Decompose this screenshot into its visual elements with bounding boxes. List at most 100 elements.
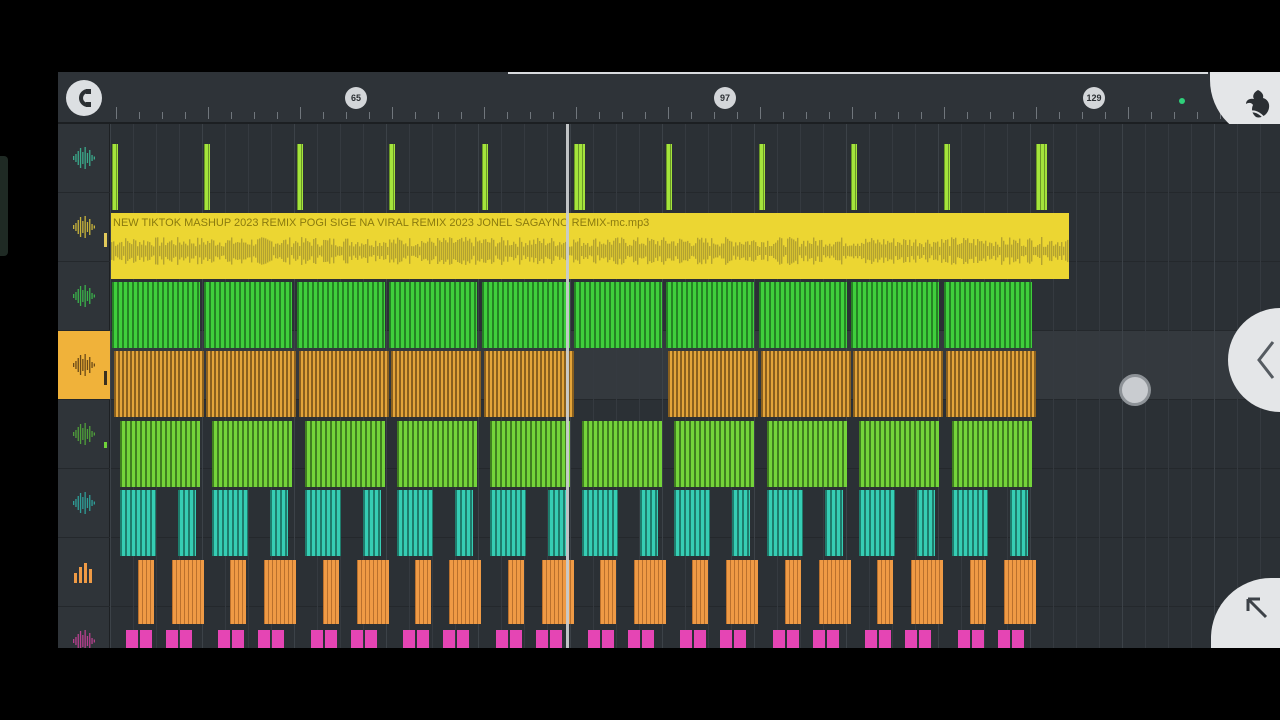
clip-hit[interactable] (919, 630, 932, 648)
clip-hit[interactable] (1019, 560, 1036, 624)
clip-hit[interactable] (280, 560, 297, 624)
track-header-6[interactable] (58, 469, 110, 538)
track-header-1[interactable] (58, 124, 110, 193)
clip-hit[interactable] (971, 630, 984, 648)
clip-hit[interactable] (230, 560, 247, 624)
clip-hit[interactable] (758, 144, 765, 210)
clip-hit[interactable] (784, 560, 801, 624)
clip-pattern[interactable] (859, 421, 940, 487)
clip-pattern[interactable] (853, 351, 944, 417)
clip-pattern[interactable] (640, 490, 658, 556)
clip-pattern[interactable] (296, 282, 385, 348)
clip-pattern[interactable] (362, 490, 381, 556)
clip-hit[interactable] (204, 144, 211, 210)
lane-1[interactable] (110, 124, 1280, 193)
clip-pattern[interactable] (582, 490, 618, 556)
clip-hit[interactable] (851, 144, 858, 210)
clip-hit[interactable] (642, 630, 654, 648)
clip-hit[interactable] (600, 560, 616, 624)
clip-pattern[interactable] (859, 490, 896, 556)
clip-pattern[interactable] (178, 490, 196, 556)
clip-hit[interactable] (166, 630, 178, 648)
clip-pattern[interactable] (917, 490, 936, 556)
clip-hit[interactable] (417, 630, 430, 648)
clip-pattern[interactable] (766, 490, 803, 556)
timeline-ruler[interactable]: 65 97 129 (58, 72, 1280, 140)
clip-hit[interactable] (911, 560, 928, 624)
clip-hit[interactable] (826, 630, 839, 648)
clip-pattern[interactable] (455, 490, 474, 556)
clip-hit[interactable] (372, 560, 389, 624)
clip-pattern[interactable] (547, 490, 566, 556)
clip-hit[interactable] (449, 560, 466, 624)
bar-marker-129[interactable]: 129 (1083, 87, 1105, 109)
clip-hit[interactable] (322, 560, 339, 624)
clip-hit[interactable] (634, 560, 650, 624)
clip-hit[interactable] (997, 630, 1010, 648)
clip-pattern[interactable] (397, 421, 478, 487)
clip-gap[interactable] (594, 351, 650, 417)
clip-hit[interactable] (692, 560, 709, 624)
clip-hit[interactable] (720, 630, 733, 648)
clip-hit[interactable] (549, 630, 562, 648)
clip-pattern[interactable] (943, 282, 1032, 348)
clip-hit[interactable] (865, 630, 878, 648)
clip-pattern[interactable] (120, 490, 156, 556)
clip-pattern[interactable] (574, 282, 662, 348)
clip-hit[interactable] (507, 560, 524, 624)
clip-hit[interactable] (541, 560, 558, 624)
bar-marker-97[interactable]: 97 (714, 87, 736, 109)
track-header-5[interactable] (58, 400, 110, 469)
clip-hit[interactable] (535, 630, 548, 648)
clip-hit[interactable] (481, 144, 488, 210)
clip-pattern[interactable] (732, 490, 751, 556)
clip-hit[interactable] (218, 630, 231, 648)
clip-pattern[interactable] (951, 490, 988, 556)
clip-hit[interactable] (943, 144, 950, 210)
clip-hit[interactable] (415, 560, 432, 624)
clip-hit[interactable] (457, 630, 470, 648)
clip-hit[interactable] (905, 630, 918, 648)
clip-pattern[interactable] (489, 421, 570, 487)
clip-hit[interactable] (140, 630, 152, 648)
clip-pattern[interactable] (666, 282, 755, 348)
clip-hit[interactable] (650, 560, 666, 624)
clip-pattern[interactable] (114, 351, 204, 417)
clip-hit[interactable] (350, 630, 363, 648)
clip-pattern[interactable] (206, 351, 297, 417)
clip-hit[interactable] (465, 560, 482, 624)
audio-clip[interactable]: NEW TIKTOK MASHUP 2023 REMIX POGI SIGE N… (111, 213, 1069, 279)
side-panel-tab[interactable] (0, 156, 8, 256)
clip-hit[interactable] (310, 630, 323, 648)
clip-hit[interactable] (602, 630, 614, 648)
clip-pattern[interactable] (766, 421, 847, 487)
clip-hit[interactable] (726, 560, 743, 624)
clip-hit[interactable] (957, 630, 970, 648)
arrangement-grid[interactable]: NEW TIKTOK MASHUP 2023 REMIX POGI SIGE N… (110, 124, 1280, 648)
clip-pattern[interactable] (270, 490, 289, 556)
clip-pattern[interactable] (951, 421, 1032, 487)
clip-pattern[interactable] (824, 490, 843, 556)
clip-hit[interactable] (232, 630, 245, 648)
clip-hit[interactable] (879, 630, 892, 648)
clip-pattern[interactable] (851, 282, 940, 348)
clip-hit[interactable] (126, 630, 138, 648)
track-header-4[interactable] (58, 331, 110, 400)
clip-hit[interactable] (877, 560, 894, 624)
clip-hit[interactable] (834, 560, 851, 624)
clip-hit[interactable] (495, 630, 508, 648)
clip-pattern[interactable] (582, 421, 662, 487)
clip-pattern[interactable] (945, 351, 1036, 417)
clip-hit[interactable] (666, 144, 673, 210)
clip-hit[interactable] (264, 560, 281, 624)
bar-marker-65[interactable]: 65 (345, 87, 367, 109)
clip-hit[interactable] (180, 630, 192, 648)
clip-hit[interactable] (188, 560, 204, 624)
scroll-knob[interactable] (1119, 374, 1151, 406)
clip-pattern[interactable] (481, 282, 570, 348)
clip-pattern[interactable] (204, 282, 293, 348)
clip-pattern[interactable] (304, 421, 385, 487)
clip-hit[interactable] (172, 560, 188, 624)
track-header-7[interactable] (58, 538, 110, 607)
clip-pattern[interactable] (489, 490, 526, 556)
